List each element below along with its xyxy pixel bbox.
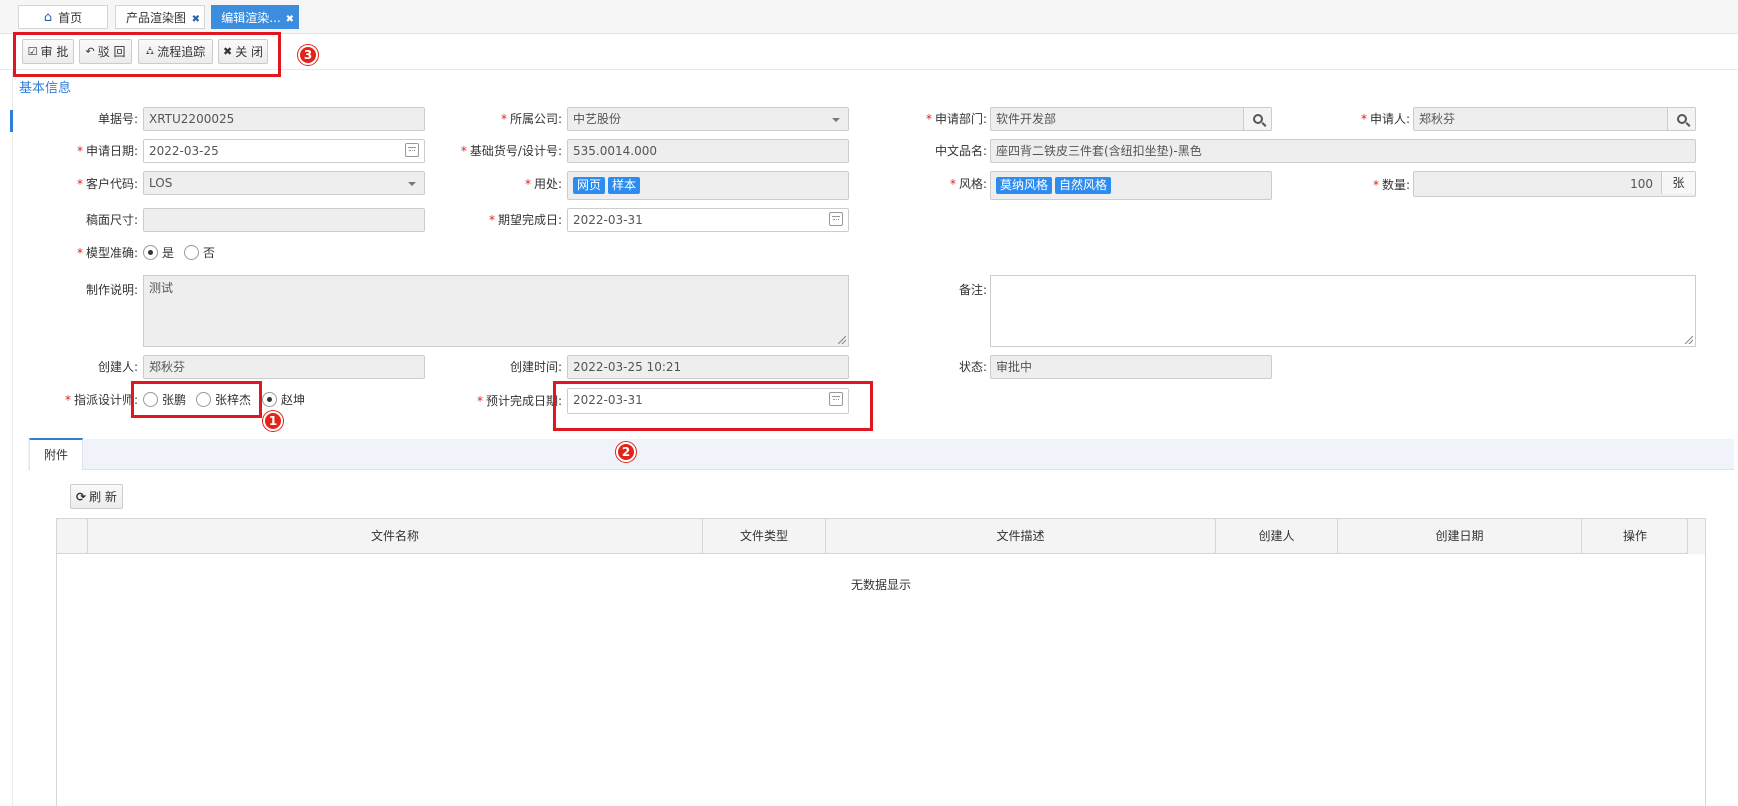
attachments-grid: 文件名称 文件类型 文件描述 创建人 创建日期 操作 无数据显示 bbox=[56, 518, 1706, 806]
cn-name-field[interactable]: 座四背二铁皮三件套(含纽扣坐垫)-黑色 bbox=[990, 139, 1696, 163]
highlight-box-plan-date bbox=[553, 381, 873, 431]
home-icon: ⌂ bbox=[43, 9, 53, 25]
tab-attachments[interactable]: 附件 bbox=[29, 438, 83, 470]
highlight-box-designer bbox=[131, 381, 262, 418]
refresh-button[interactable]: ⟳ 刷 新 bbox=[70, 484, 123, 509]
apply-date-label: * 申请日期: bbox=[76, 144, 138, 158]
creator-label: 创建人: bbox=[97, 360, 138, 374]
col-create-date[interactable]: 创建日期 bbox=[1338, 519, 1582, 554]
status-field[interactable]: 审批中 bbox=[990, 355, 1272, 379]
applicant-label: * 申请人: bbox=[1360, 112, 1410, 126]
style-tag[interactable]: 莫纳风格 bbox=[996, 177, 1053, 194]
chevron-down-icon bbox=[832, 118, 840, 122]
grid-header-select[interactable] bbox=[57, 519, 88, 554]
creator-field[interactable]: 郑秋芬 bbox=[143, 355, 425, 379]
close-icon[interactable]: ✖ bbox=[286, 14, 294, 25]
col-actions[interactable]: 操作 bbox=[1582, 519, 1689, 554]
usage-label: * 用处: bbox=[524, 177, 562, 191]
style-tag[interactable]: 自然风格 bbox=[1055, 177, 1112, 194]
calendar-icon[interactable] bbox=[405, 143, 419, 157]
company-label: * 所属公司: bbox=[500, 112, 562, 126]
radio-icon bbox=[184, 244, 199, 260]
designer-radio-3[interactable]: 赵坤 bbox=[262, 389, 305, 409]
dept-label: * 申请部门: bbox=[925, 112, 987, 126]
chevron-down-icon bbox=[408, 182, 416, 186]
style-label: * 风格: bbox=[949, 177, 987, 191]
qty-label: * 数量: bbox=[1372, 178, 1410, 192]
search-button[interactable] bbox=[1667, 108, 1695, 130]
apply-date-field[interactable]: 2022-03-25 bbox=[143, 139, 425, 163]
col-file-desc[interactable]: 文件描述 bbox=[826, 519, 1216, 554]
attachment-tab-strip bbox=[28, 439, 1734, 470]
search-icon bbox=[1252, 114, 1263, 124]
search-icon bbox=[1676, 114, 1687, 124]
tab-product-render[interactable]: 产品渲染图 ✖ bbox=[115, 5, 205, 29]
plan-date-label: * 预计完成日期: bbox=[476, 394, 562, 408]
usage-tags[interactable]: 网页 样本 bbox=[567, 171, 849, 200]
dept-field[interactable]: 软件开发部 bbox=[990, 107, 1272, 131]
empty-message: 无数据显示 bbox=[850, 578, 911, 592]
col-creator[interactable]: 创建人 bbox=[1216, 519, 1338, 554]
model-ok-yes-radio[interactable]: 是 bbox=[143, 242, 174, 262]
grid-header: 文件名称 文件类型 文件描述 创建人 创建日期 操作 bbox=[57, 519, 1705, 554]
highlight-box-toolbar bbox=[13, 32, 281, 77]
refresh-label: 刷 新 bbox=[89, 490, 117, 504]
tab-bar: ⌂ 首页 产品渲染图 ✖ 编辑渲染... ✖ bbox=[0, 0, 1738, 34]
close-icon[interactable]: ✖ bbox=[192, 14, 200, 25]
tab-edit-render[interactable]: 编辑渲染... ✖ bbox=[211, 5, 299, 29]
usage-tag[interactable]: 网页 bbox=[573, 177, 606, 194]
company-select[interactable]: 中艺股份 bbox=[567, 107, 849, 131]
radio-icon bbox=[143, 244, 158, 260]
left-divider bbox=[12, 70, 13, 806]
status-label: 状态: bbox=[958, 360, 987, 374]
base-no-label: * 基础货号/设计号: bbox=[460, 144, 562, 158]
calendar-icon[interactable] bbox=[829, 212, 843, 226]
refresh-icon: ⟳ bbox=[76, 489, 87, 504]
remark-textarea[interactable] bbox=[990, 275, 1696, 347]
col-file-name[interactable]: 文件名称 bbox=[88, 519, 703, 554]
resize-grip-icon[interactable] bbox=[838, 336, 846, 344]
style-tags[interactable]: 莫纳风格 自然风格 bbox=[990, 171, 1272, 200]
col-file-type[interactable]: 文件类型 bbox=[703, 519, 826, 554]
desc-label: 制作说明: bbox=[85, 283, 138, 297]
create-time-field[interactable]: 2022-03-25 10:21 bbox=[567, 355, 849, 379]
draft-size-label: 稿面尺寸: bbox=[85, 213, 138, 227]
applicant-field[interactable]: 郑秋芬 bbox=[1413, 107, 1696, 131]
designer-label: * 指派设计师: bbox=[64, 393, 138, 407]
remark-label: 备注: bbox=[958, 283, 987, 297]
customer-select[interactable]: LOS bbox=[143, 171, 425, 195]
annotation-badge-1: 1 bbox=[263, 411, 283, 431]
create-time-label: 创建时间: bbox=[509, 360, 562, 374]
annotation-badge-3: 3 bbox=[298, 45, 318, 65]
expect-date-field[interactable]: 2022-03-31 bbox=[567, 208, 849, 232]
tab-label: 编辑渲染... bbox=[221, 10, 281, 25]
search-button[interactable] bbox=[1243, 108, 1271, 130]
tab-label: 首页 bbox=[58, 10, 83, 25]
resize-grip-icon[interactable] bbox=[1685, 336, 1693, 344]
base-no-field[interactable]: 535.0014.000 bbox=[567, 139, 849, 163]
doc-no-field[interactable]: XRTU2200025 bbox=[143, 107, 425, 131]
tab-home[interactable]: ⌂ 首页 bbox=[18, 5, 108, 29]
cn-name-label: 中文品名: bbox=[934, 144, 987, 158]
qty-unit: 张 bbox=[1661, 172, 1695, 194]
radio-icon bbox=[262, 391, 277, 407]
model-ok-label: * 模型准确: bbox=[76, 246, 138, 260]
annotation-badge-2: 2 bbox=[616, 442, 636, 462]
desc-textarea[interactable]: 测试 bbox=[143, 275, 849, 347]
tab-label: 产品渲染图 bbox=[125, 10, 186, 25]
expect-date-label: * 期望完成日: bbox=[488, 213, 562, 227]
qty-value: 100 bbox=[1630, 177, 1653, 191]
active-marker bbox=[10, 110, 13, 132]
doc-no-label: 单据号: bbox=[97, 112, 138, 126]
usage-tag[interactable]: 样本 bbox=[608, 177, 641, 194]
draft-size-field[interactable] bbox=[143, 208, 425, 232]
model-ok-no-radio[interactable]: 否 bbox=[184, 242, 215, 262]
customer-label: * 客户代码: bbox=[76, 177, 138, 191]
grid-header-filler bbox=[1687, 519, 1705, 554]
section-title: 基本信息 bbox=[19, 81, 72, 96]
qty-field[interactable]: 100 张 bbox=[1413, 171, 1696, 197]
